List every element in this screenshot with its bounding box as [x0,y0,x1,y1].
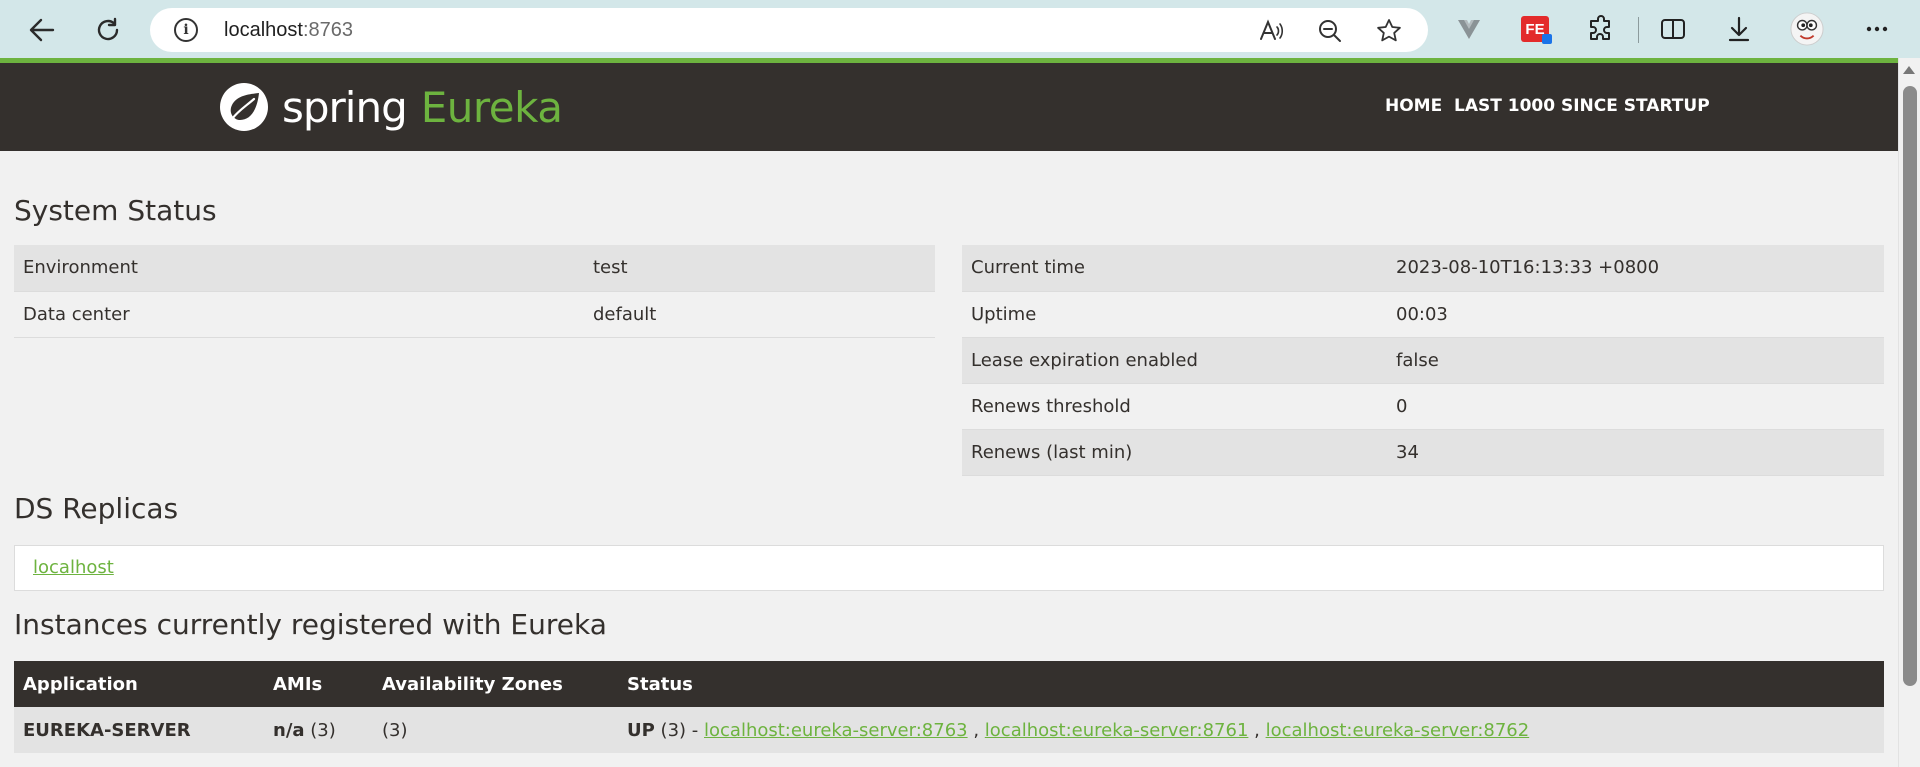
browser-toolbar: i localhost:8763 FE [0,0,1920,58]
status-key: Renews threshold [962,383,1387,430]
scrollbar-thumb[interactable] [1903,86,1917,686]
application-cell: EUREKA-SERVER [14,707,264,753]
split-screen-icon[interactable] [1656,12,1690,46]
status-row-renews-threshold: Renews threshold 0 [962,383,1884,430]
amis-cell: n/a (3) [264,707,373,753]
amis-value: n/a [273,719,305,741]
status-row-uptime: Uptime 00:03 [962,291,1884,338]
logo-eureka-text: Eureka [420,82,563,132]
status-up: UP [627,719,655,741]
instance-link[interactable]: localhost:eureka-server:8762 [1266,720,1530,741]
status-key: Renews (last min) [962,429,1387,476]
vue-devtools-icon[interactable] [1452,12,1486,46]
toolbar-divider [1638,17,1639,43]
system-status-heading: System Status [14,194,217,227]
amis-count: (3) [310,719,336,741]
status-row-lease-expiration: Lease expiration enabled false [962,337,1884,384]
fe-extension-icon[interactable]: FE [1518,12,1552,46]
page-scrollbar[interactable] [1898,58,1920,767]
address-url[interactable]: localhost:8763 [224,19,353,42]
status-row-current-time: Current time 2023-08-10T16:13:33 +0800 [962,245,1884,292]
status-value: test [584,245,935,292]
nav-home-link[interactable]: HOME [1385,96,1442,116]
info-icon[interactable]: i [174,18,198,42]
instance-link[interactable]: localhost:eureka-server:8761 [985,720,1249,741]
address-bar[interactable]: i localhost:8763 [150,8,1428,52]
read-aloud-icon[interactable] [1258,18,1284,44]
application-name: EUREKA-SERVER [23,719,191,741]
system-status-left-table: Environment test Data center default [14,245,935,338]
nav-last1000-link[interactable]: LAST 1000 SINCE STARTUP [1454,96,1710,116]
column-header: AMIs [264,661,373,707]
instances-table: Application AMIs Availability Zones Stat… [14,661,1884,753]
site-header: spring Eureka HOME LAST 1000 SINCE START… [0,63,1898,151]
status-row-data-center: Data center default [14,291,935,338]
link-separator: , [1254,719,1260,741]
instance-link[interactable]: localhost:eureka-server:8763 [704,720,968,741]
status-row-environment: Environment test [14,245,935,292]
zoom-out-icon[interactable] [1317,18,1343,44]
column-header: Status [618,661,1884,707]
favorite-star-icon[interactable] [1376,18,1402,44]
replica-link[interactable]: localhost [33,557,114,578]
status-key: Lease expiration enabled [962,337,1387,384]
status-value: 34 [1387,429,1884,476]
status-count: (3) - [660,719,699,741]
status-value: 0 [1387,383,1884,430]
status-value: false [1387,337,1884,384]
status-value: 00:03 [1387,291,1884,338]
status-value: default [584,291,935,338]
status-cell: UP (3) - localhost:eureka-server:8763 , … [618,707,1884,753]
table-row: EUREKA-SERVER n/a (3) (3) UP (3) - local… [14,707,1884,753]
reload-icon[interactable] [88,10,128,50]
system-status-right-table: Current time 2023-08-10T16:13:33 +0800 U… [962,245,1884,476]
back-icon[interactable] [22,10,62,50]
instances-heading: Instances currently registered with Eure… [14,608,607,641]
download-icon[interactable] [1722,12,1756,46]
status-key: Environment [14,245,584,292]
scroll-up-arrow-icon[interactable] [1903,66,1915,74]
status-row-renews-last-min: Renews (last min) 34 [962,429,1884,476]
status-key: Data center [14,291,584,338]
spring-eureka-logo[interactable]: spring Eureka [218,79,563,135]
ds-replicas-heading: DS Replicas [14,492,179,525]
status-key: Uptime [962,291,1387,338]
ds-replicas-list: localhost [14,545,1884,591]
profile-avatar-icon[interactable] [1790,12,1824,46]
link-separator: , [973,719,980,741]
logo-spring-text: spring [282,82,408,132]
extensions-puzzle-icon[interactable] [1584,12,1618,46]
column-header: Application [14,661,264,707]
instances-header-row: Application AMIs Availability Zones Stat… [14,661,1884,707]
column-header: Availability Zones [373,661,618,707]
zones-cell: (3) [373,707,618,753]
spring-leaf-icon [220,83,268,131]
more-menu-icon[interactable] [1860,12,1894,46]
status-key: Current time [962,245,1387,292]
status-value: 2023-08-10T16:13:33 +0800 [1387,245,1884,292]
